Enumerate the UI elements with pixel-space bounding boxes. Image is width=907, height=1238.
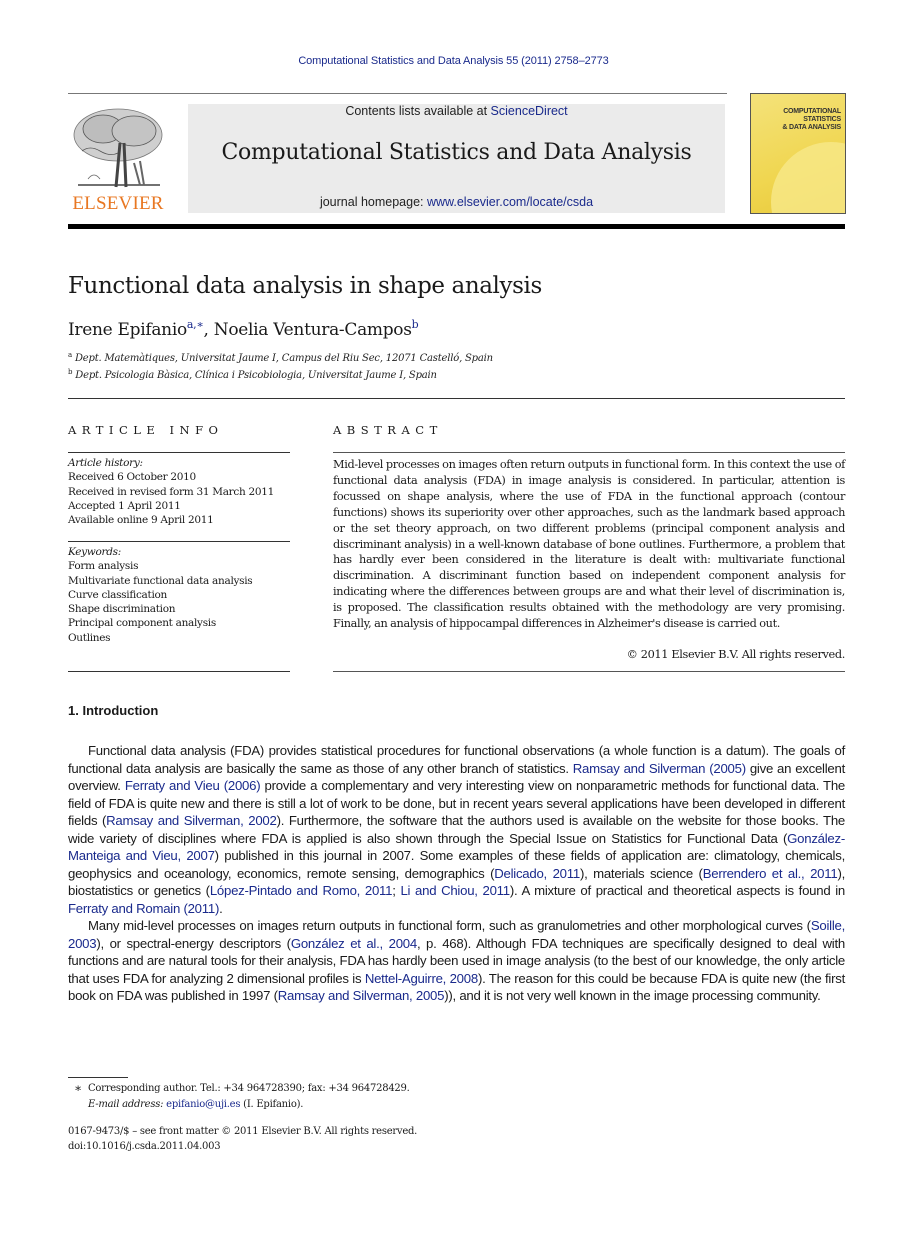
email-label: E-mail address:: [88, 1099, 167, 1110]
abstract-rule: [333, 671, 845, 672]
keyword: Outlines: [68, 631, 111, 644]
abstract-heading: ABSTRACT: [333, 423, 443, 437]
body-text-run: Many mid-level processes on images retur…: [88, 918, 811, 933]
masthead-rule: [68, 224, 845, 229]
paragraph: Functional data analysis (FDA) provides …: [68, 742, 845, 917]
article-info-heading: ARTICLE INFO: [68, 423, 224, 437]
email-suffix: (I. Epifanio).: [240, 1099, 304, 1110]
affiliation: b Dept. Psicologia Bàsica, Clínica i Psic…: [68, 368, 437, 381]
citation-link[interactable]: González et al., 2004: [291, 936, 417, 951]
doi-link[interactable]: doi:10.1016/j.csda.2011.04.003: [68, 1141, 221, 1152]
homepage-prefix: journal homepage:: [319, 195, 427, 209]
email-link[interactable]: epifanio@uji.es: [166, 1099, 240, 1110]
cover-title-line: COMPUTATIONAL: [783, 108, 841, 115]
body-text-run: )), and it is not very well known in the…: [444, 988, 821, 1003]
history-item: Received 6 October 2010: [68, 471, 196, 484]
citation-link[interactable]: Delicado, 2011: [494, 866, 580, 881]
email-note: E-mail address: epifanio@uji.es (I. Epif…: [68, 1099, 303, 1110]
article-info-rule: [68, 541, 290, 542]
citation-link[interactable]: Berrendero et al., 2011: [703, 866, 838, 881]
publisher-name: ELSEVIER: [72, 193, 164, 214]
abstract-rule: [333, 452, 845, 453]
paper-title: Functional data analysis in shape analys…: [68, 273, 542, 299]
article-history: Article history: Received 6 October 2010…: [68, 456, 274, 527]
contents-line: Contents lists available at ScienceDirec…: [188, 104, 725, 118]
journal-header: Contents lists available at ScienceDirec…: [188, 104, 725, 213]
citation-link[interactable]: Ramsay and Silverman, 2005: [278, 988, 445, 1003]
affiliation-text: Dept. Psicologia Bàsica, Clínica i Psico…: [75, 370, 437, 381]
body-text-run: .: [219, 900, 223, 916]
author-list: Irene Epifanioa,∗, Noelia Ventura-Campos…: [68, 318, 419, 340]
author-name: Noelia Ventura-Campos: [213, 320, 412, 340]
keyword: Principal component analysis: [68, 617, 216, 630]
section-divider: [68, 398, 845, 399]
journal-name: Computational Statistics and Data Analys…: [221, 140, 692, 165]
cover-graphic: [771, 142, 845, 213]
running-head[interactable]: Computational Statistics and Data Analys…: [0, 55, 907, 67]
affiliation-mark: a: [68, 351, 72, 359]
body-text-run: ). A mixture of practical and theoretica…: [509, 883, 845, 898]
keyword: Form analysis: [68, 560, 139, 573]
sciencedirect-link[interactable]: ScienceDirect: [491, 104, 568, 118]
author-affiliation-mark[interactable]: b: [412, 318, 419, 331]
citation-link[interactable]: Nettel-Aguirre, 2008: [365, 971, 478, 986]
author-affiliation-mark[interactable]: a,∗: [187, 318, 204, 331]
journal-cover-thumbnail[interactable]: COMPUTATIONAL STATISTICS & DATA ANALYSIS: [750, 93, 846, 214]
tree-emblem-icon: [73, 108, 163, 188]
affiliation: a Dept. Matemàtiques, Universitat Jaume I…: [68, 351, 493, 364]
footnote-star: ∗: [74, 1081, 82, 1095]
affiliation-mark: b: [68, 368, 73, 376]
body-text-run: ), materials science (: [579, 865, 703, 881]
abstract-text: Mid-level processes on images often retu…: [333, 458, 845, 631]
history-item: Accepted 1 April 2011: [68, 499, 181, 512]
author-name: Irene Epifanio: [68, 320, 187, 340]
citation-link[interactable]: Ferraty and Romain (2011): [68, 901, 219, 916]
cover-title: COMPUTATIONAL STATISTICS & DATA ANALYSIS: [782, 108, 841, 132]
citation-link[interactable]: Ferraty and Vieu (2006): [125, 778, 261, 793]
citation-link[interactable]: Ramsay and Silverman (2005): [573, 761, 746, 776]
issn-line: 0167-9473/$ – see front matter © 2011 El…: [68, 1126, 418, 1137]
keyword: Curve classification: [68, 588, 167, 601]
history-item: Received in revised form 31 March 2011: [68, 485, 274, 498]
elsevier-logo[interactable]: ELSEVIER: [68, 103, 168, 215]
homepage-link[interactable]: www.elsevier.com/locate/csda: [427, 195, 593, 209]
abstract-copyright: © 2011 Elsevier B.V. All rights reserved…: [626, 648, 846, 661]
section-heading-introduction: 1. Introduction: [68, 703, 159, 718]
article-info-rule: [68, 671, 290, 672]
introduction-body: Functional data analysis (FDA) provides …: [68, 742, 845, 1005]
citation-link[interactable]: Ramsay and Silverman, 2002: [106, 813, 277, 828]
homepage-line: journal homepage: www.elsevier.com/locat…: [188, 195, 725, 209]
keyword: Multivariate functional data analysis: [68, 574, 253, 587]
paragraph: Many mid-level processes on images retur…: [68, 917, 845, 1005]
keywords-label: Keywords:: [68, 546, 121, 558]
citation-link[interactable]: López-Pintado and Romo, 2011: [210, 883, 393, 898]
author-separator: ,: [203, 320, 214, 340]
history-item: Available online 9 April 2011: [68, 514, 214, 527]
cover-title-line: STATISTICS: [803, 116, 841, 123]
body-text-run: ), or spectral-energy descriptors (: [96, 935, 291, 951]
corresponding-text: Corresponding author. Tel.: +34 96472839…: [88, 1083, 410, 1094]
cover-title-line: & DATA ANALYSIS: [782, 124, 841, 131]
citation-link[interactable]: Li and Chiou, 2011: [400, 883, 510, 898]
keywords: Keywords: Form analysis Multivariate fun…: [68, 545, 253, 645]
article-info-rule: [68, 452, 290, 453]
footnote-rule: [68, 1077, 128, 1078]
keyword: Shape discrimination: [68, 603, 176, 616]
corresponding-author-note: ∗ Corresponding author. Tel.: +34 964728…: [68, 1081, 410, 1095]
affiliation-text: Dept. Matemàtiques, Universitat Jaume I,…: [74, 353, 493, 364]
header-rule: [68, 93, 727, 94]
history-label: Article history:: [68, 457, 143, 469]
contents-prefix: Contents lists available at: [345, 104, 491, 118]
